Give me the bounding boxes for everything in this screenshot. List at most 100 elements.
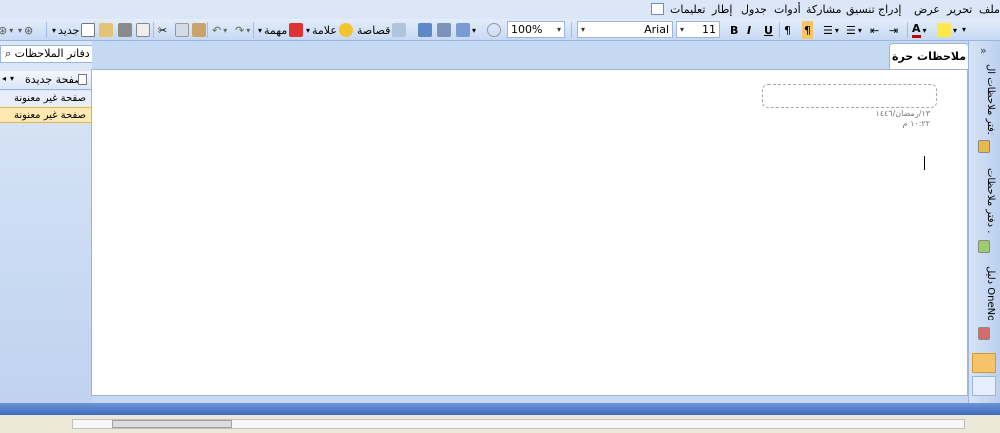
ltr-icon: ¶	[784, 23, 791, 37]
menu-share[interactable]: مشاركة	[806, 3, 842, 16]
font-color-button[interactable]: A ▾	[912, 21, 927, 39]
forward-icon: ⊛	[24, 23, 34, 37]
new-button[interactable]: ▾ جديد	[52, 21, 96, 39]
page-canvas[interactable]	[91, 69, 968, 396]
indent-icon: ⇥	[889, 23, 899, 37]
email-button[interactable]	[99, 21, 113, 39]
page-time: ١٠:٢٢ م	[902, 119, 930, 128]
bulleted-list-icon: ☰	[823, 23, 833, 37]
outdent-icon: ⇤	[870, 23, 880, 37]
all-notebooks-button[interactable]	[972, 376, 996, 396]
rtl-icon: ¶	[804, 23, 811, 37]
screen-icon	[418, 23, 432, 37]
forward-button[interactable]: ▾ ⊛	[18, 21, 33, 39]
new-page-options[interactable]: ◂	[2, 74, 6, 83]
new-page-button[interactable]: ◂ ▾ صفحة جديدة	[0, 71, 92, 90]
menu-window[interactable]: إطار	[712, 3, 732, 16]
font-name-select[interactable]: ▾ Arial	[577, 21, 673, 38]
chevron-down-icon[interactable]: ▾	[10, 74, 14, 83]
menu-edit[interactable]: تحرير	[947, 3, 972, 16]
pen-icon	[456, 23, 470, 37]
task-button[interactable]: ▾ مهمة	[258, 21, 304, 39]
print-preview-button[interactable]	[136, 21, 150, 39]
underline-button[interactable]: U	[764, 21, 773, 39]
research-button[interactable]	[487, 21, 501, 39]
paste-button[interactable]	[192, 21, 206, 39]
highlight-color-button[interactable]: ▾	[937, 21, 957, 39]
toolbar-separator	[153, 22, 154, 38]
undo-button[interactable]: ↶ ▾	[212, 21, 227, 39]
undo-icon: ↶	[212, 23, 222, 37]
menu-help[interactable]: تعليمات	[670, 3, 705, 16]
flag-icon	[289, 23, 304, 37]
page-item-selected[interactable]: صفحة غير معنونة	[0, 107, 92, 123]
unfiled-notes-button[interactable]	[972, 353, 996, 373]
italic-button[interactable]: I	[747, 21, 751, 39]
scrollbar-thumb[interactable]	[112, 420, 232, 428]
highlighter-icon	[937, 23, 951, 37]
back-button[interactable]: ⊛ ▾	[0, 21, 13, 39]
toolbar: ▾ ▾ A ▾ ⇥ ⇤ ☰ ▾ ☰ ▾ ¶ ¶ U I B ▾ 11 ▾ Arial …	[0, 19, 1000, 41]
page-item[interactable]: صفحة غير معنونة	[0, 91, 92, 107]
page-title-field[interactable]	[762, 84, 937, 108]
tag-button[interactable]: ▾ علامة	[306, 21, 353, 39]
zoom-select[interactable]: ▾ 100%	[507, 21, 565, 38]
toolbar-separator	[779, 22, 780, 38]
page-date: ١٣/رمضان/١٤٤٦	[875, 109, 930, 118]
menu-insert[interactable]: إدراج	[878, 3, 901, 16]
toolbar-options-icon[interactable]: ▾	[962, 25, 966, 34]
notebook-tab-3[interactable]: دليل OneNot...	[972, 264, 996, 320]
menu-file[interactable]: ملف	[979, 3, 1000, 16]
numbered-list-icon: ☰	[846, 23, 856, 37]
cut-icon: ✂	[158, 23, 168, 37]
toolbar-separator	[46, 22, 47, 38]
bold-button[interactable]: B	[730, 21, 738, 39]
help-box-icon[interactable]	[651, 3, 664, 15]
menu-bar: ملف تحرير عرض إدراج تنسيق مشاركة أدوات ج…	[0, 0, 1000, 19]
increase-indent-button[interactable]: ⇥	[889, 21, 898, 39]
bottom-bar	[0, 403, 1000, 415]
microphone-icon	[437, 23, 451, 37]
font-size-select[interactable]: ▾ 11	[676, 21, 720, 38]
numbering-button[interactable]: ☰ ▾	[846, 21, 862, 39]
clipping-button[interactable]: قصاصة	[357, 21, 407, 39]
screen-button[interactable]	[418, 21, 432, 39]
clipping-label: قصاصة	[357, 23, 391, 37]
print-button[interactable]	[118, 21, 132, 39]
back-icon: ⊛	[0, 23, 8, 37]
ltr-button[interactable]: ¶	[784, 21, 791, 39]
audio-button[interactable]	[437, 21, 451, 39]
menu-view[interactable]: عرض	[914, 3, 940, 16]
bullets-button[interactable]: ☰ ▾	[823, 21, 839, 39]
copy-icon	[175, 23, 189, 37]
toolbar-separator	[207, 22, 208, 38]
section-tab[interactable]: ملاحظات حرة	[889, 43, 969, 70]
notebook-icon[interactable]	[978, 240, 990, 253]
redo-button[interactable]: ↷ ▾	[235, 21, 250, 39]
copy-button[interactable]	[175, 21, 189, 39]
notebook-icon[interactable]	[978, 140, 990, 153]
print-preview-icon	[136, 23, 150, 37]
notebook-tab-1[interactable]: دفتر ملاحظات ال...	[972, 62, 996, 134]
rtl-button[interactable]: ¶	[802, 21, 813, 39]
printer-icon	[118, 23, 132, 37]
decrease-indent-button[interactable]: ⇤	[870, 21, 879, 39]
menu-format[interactable]: تنسيق	[846, 3, 875, 16]
notebook-icon[interactable]	[978, 327, 990, 340]
notebook-tab-2[interactable]: دفتر ملاحظات ...	[972, 166, 996, 234]
page-icon	[78, 74, 87, 85]
font-size-value: 11	[702, 23, 716, 36]
star-icon	[338, 23, 353, 37]
pen-button[interactable]: ▾	[456, 21, 476, 39]
font-color-icon: A	[912, 22, 921, 38]
globe-icon	[487, 23, 501, 37]
cut-button[interactable]: ✂	[158, 21, 167, 39]
expand-pane-button[interactable]: »	[980, 44, 987, 57]
chevron-down-icon: ▾	[556, 25, 561, 34]
task-label: مهمة	[264, 23, 288, 37]
menu-table[interactable]: جدول	[741, 3, 767, 16]
menu-tools[interactable]: أدوات	[774, 3, 801, 16]
chevron-down-icon: ▾	[581, 25, 586, 34]
tag-label: علامة	[312, 23, 337, 37]
chevron-down-icon: ▾	[680, 25, 685, 34]
